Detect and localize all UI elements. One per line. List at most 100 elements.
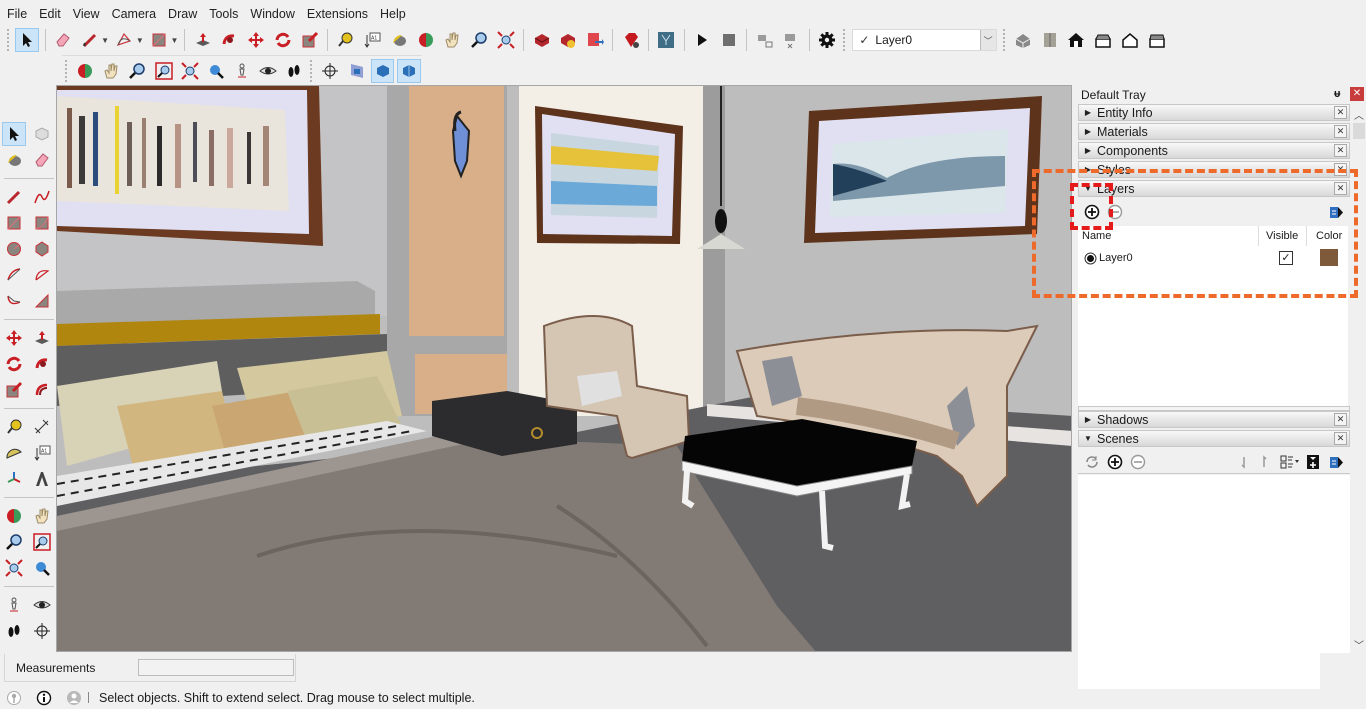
active-layer-radio[interactable] — [1084, 252, 1097, 265]
eraser-tool-button[interactable] — [30, 148, 54, 172]
orbit-tool-button[interactable] — [414, 28, 438, 52]
select-arrow-tool-button[interactable] — [2, 122, 26, 146]
offset-tool-button[interactable] — [30, 378, 54, 402]
front-view-button[interactable] — [1065, 28, 1089, 52]
panel-entity-info[interactable]: ▶ Entity Info ✕ — [1078, 104, 1350, 121]
orbit-tool-button[interactable] — [2, 504, 26, 528]
section-plane-tool-button[interactable] — [30, 619, 54, 643]
section-fill-button[interactable] — [397, 58, 421, 83]
look-around-tool-button[interactable] — [30, 593, 54, 617]
menu-camera[interactable]: Camera — [105, 7, 161, 21]
panel-close-button[interactable]: ✕ — [1334, 144, 1347, 157]
three-point-arc-tool-button[interactable] — [2, 289, 26, 313]
freehand-tool-button[interactable] — [30, 185, 54, 209]
panel-close-button[interactable]: ✕ — [1334, 182, 1347, 195]
eraser-tool-button[interactable] — [51, 28, 75, 52]
camera-off-button[interactable] — [779, 28, 803, 52]
pan-hand-tool-button[interactable] — [30, 504, 54, 528]
follow-me-tool-button[interactable] — [218, 28, 242, 52]
scene-thumbnails-icon[interactable] — [1306, 454, 1320, 470]
view-options-icon[interactable] — [1280, 454, 1300, 470]
menu-extensions[interactable]: Extensions — [300, 7, 373, 21]
refresh-scene-icon[interactable] — [1084, 454, 1100, 470]
panel-scenes[interactable]: ▼ Scenes ✕ — [1078, 430, 1350, 447]
rotated-rectangle-tool-button[interactable] — [30, 211, 54, 235]
paint-bucket-tool-button[interactable] — [387, 28, 411, 52]
lumion-button[interactable] — [655, 28, 679, 52]
line-tool-button[interactable] — [78, 28, 102, 52]
menu-view[interactable]: View — [66, 7, 105, 21]
play-button[interactable] — [690, 28, 714, 52]
position-camera-tool-button[interactable] — [2, 593, 26, 617]
delete-layer-icon[interactable] — [1107, 204, 1123, 220]
zoom-window-tool-button[interactable] — [30, 530, 54, 554]
zoom-window-button[interactable] — [152, 59, 175, 83]
ruby-console-button[interactable] — [619, 28, 643, 52]
menu-help[interactable]: Help — [373, 7, 411, 21]
layer-select[interactable]: ✓ Layer0 ﹀ — [852, 29, 997, 51]
zoom-button[interactable] — [126, 59, 149, 83]
rectangle-tool-button[interactable] — [2, 211, 26, 235]
scroll-up-icon[interactable]: ︿ — [1352, 107, 1366, 122]
text-label-tool-button[interactable]: A1 — [30, 441, 54, 465]
walk-tool-button[interactable] — [2, 619, 26, 643]
scroll-thumb[interactable] — [1353, 123, 1365, 139]
panel-close-button[interactable]: ✕ — [1334, 106, 1347, 119]
add-layer-icon[interactable] — [1084, 204, 1100, 220]
move-scene-down-icon[interactable] — [1238, 454, 1250, 470]
zoom-extents-button[interactable] — [178, 59, 201, 83]
panel-close-button[interactable]: ✕ — [1334, 413, 1347, 426]
panel-layers[interactable]: ▼ Layers ✕ — [1078, 180, 1350, 197]
column-name[interactable]: Name — [1082, 230, 1111, 242]
3d-viewport[interactable] — [56, 85, 1072, 652]
panel-close-button[interactable]: ✕ — [1334, 163, 1347, 176]
pan-tool-button[interactable] — [440, 28, 464, 52]
section-display-button[interactable] — [345, 59, 368, 83]
back-view-button[interactable] — [1118, 28, 1142, 52]
layer-visible-checkbox[interactable]: ✓ — [1279, 251, 1293, 265]
polygon-tool-button[interactable] — [30, 237, 54, 261]
menu-window[interactable]: Window — [243, 7, 299, 21]
move-tool-button[interactable] — [244, 28, 268, 52]
arc-dropdown-icon[interactable]: ▼ — [136, 36, 144, 45]
menu-edit[interactable]: Edit — [32, 7, 66, 21]
stop-button[interactable] — [717, 28, 741, 52]
iso-view-button[interactable] — [1011, 28, 1035, 52]
push-pull-tool-button[interactable] — [30, 326, 54, 350]
tape-measure-tool-button[interactable] — [2, 415, 26, 439]
paint-bucket-tool-button[interactable] — [2, 148, 26, 172]
toolbar-grip[interactable] — [65, 59, 69, 82]
scroll-down-icon[interactable]: ﹀ — [1352, 637, 1366, 652]
pan-button[interactable] — [100, 59, 123, 83]
circle-tool-button[interactable] — [2, 237, 26, 261]
scale-tool-button[interactable] — [2, 378, 26, 402]
dimension-tool-button[interactable] — [30, 415, 54, 439]
rotate-tool-button[interactable] — [271, 28, 295, 52]
3d-warehouse-button[interactable] — [530, 28, 554, 52]
extension-warehouse-button[interactable] — [583, 28, 607, 52]
column-color[interactable]: Color — [1316, 230, 1342, 242]
panel-components[interactable]: ▶ Components ✕ — [1078, 142, 1350, 159]
scale-tool-button[interactable] — [298, 28, 322, 52]
toolbar-grip[interactable] — [1002, 29, 1007, 51]
position-camera-button[interactable] — [230, 59, 253, 83]
user-account-icon[interactable] — [66, 690, 82, 706]
line-dropdown-icon[interactable]: ▼ — [101, 36, 109, 45]
pie-tool-button[interactable] — [30, 289, 54, 313]
left-view-button[interactable] — [1145, 28, 1169, 52]
zoom-extents-tool-button[interactable] — [494, 28, 518, 52]
protractor-tool-button[interactable] — [2, 441, 26, 465]
menu-tools[interactable]: Tools — [202, 7, 243, 21]
rectangle-dropdown-icon[interactable]: ▼ — [170, 36, 178, 45]
orbit-button[interactable] — [73, 59, 96, 83]
layer-name[interactable]: Layer0 — [1099, 252, 1133, 264]
measurements-input[interactable] — [138, 659, 294, 676]
axes-tool-button[interactable] — [2, 467, 26, 491]
walk-button[interactable] — [283, 59, 306, 83]
select-tool-button[interactable] — [15, 28, 40, 52]
text-tool-button[interactable]: A1 — [360, 28, 384, 52]
remove-scene-icon[interactable] — [1130, 454, 1146, 470]
rectangle-tool-button[interactable] — [147, 28, 171, 52]
arc-tool-button[interactable] — [2, 263, 26, 287]
previous-view-button[interactable] — [204, 59, 227, 83]
